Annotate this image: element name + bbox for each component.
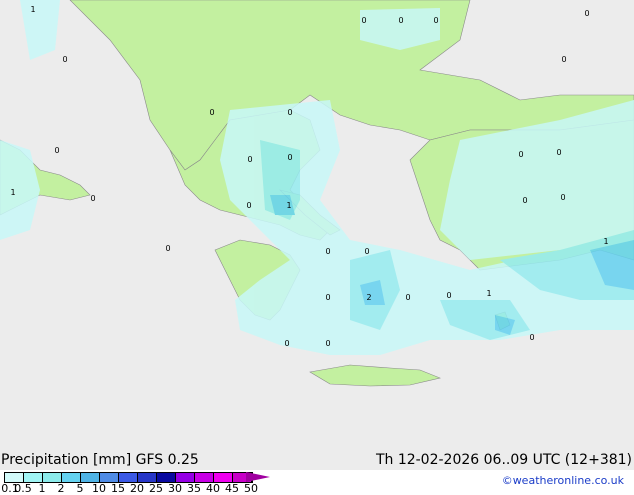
point-label: 0 [287,108,292,117]
scale-tick-label: 2 [57,482,65,495]
scale-tick-label: 40 [206,482,220,495]
scale-swatch [5,473,24,482]
scale-tick-label: 25 [149,482,163,495]
point-label: 0 [522,196,527,205]
scale-tick-label: 0.5 [14,482,32,495]
point-label: 0 [584,9,589,18]
point-label: 0 [325,293,330,302]
scale-swatch [43,473,62,482]
point-label: 1 [10,188,15,197]
point-label: 0 [518,150,523,159]
scale-tick-label: 15 [111,482,125,495]
point-label: 0 [62,55,67,64]
valid-time: Th 12-02-2026 06..09 UTC (12+381) [375,452,632,468]
point-label: 1 [603,237,608,246]
point-label: 1 [286,201,291,210]
point-label: 0 [446,291,451,300]
scale-swatch [24,473,43,482]
precipitation-map: 1 0 0 0 0 0 0 0 1 0 0 0 0 0 1 0 0 0 0 0 … [0,0,634,470]
scale-tick-label: 45 [225,482,239,495]
point-label: 0 [287,153,292,162]
point-label: 0 [165,244,170,253]
point-label: 0 [561,55,566,64]
scale-tick-label: 20 [130,482,144,495]
point-label: 2 [366,293,371,302]
scale-swatch [157,473,176,482]
scale-swatch [81,473,100,482]
point-label: 0 [90,194,95,203]
scale-overflow-arrow [246,472,270,482]
scale-swatch [195,473,214,482]
point-label: 0 [361,16,366,25]
point-label: 0 [209,108,214,117]
point-label: 0 [246,201,251,210]
scale-swatch [100,473,119,482]
point-label: 0 [529,333,534,342]
scale-swatch [176,473,195,482]
legend: Precipitation [mm] GFS 0.25 Th 12-02-202… [0,452,634,495]
point-label: 0 [54,146,59,155]
scale-swatch [138,473,157,482]
point-label: 0 [325,339,330,348]
scale-swatch [62,473,81,482]
scale-swatch [214,473,233,482]
scale-tick-label: 10 [92,482,106,495]
scale-tick-label: 30 [168,482,182,495]
credit-link[interactable]: ©weatheronline.co.uk [502,474,624,487]
point-label: 0 [325,247,330,256]
scale-tick-label: 1 [38,482,46,495]
point-label: 0 [247,155,252,164]
scale-swatch [119,473,138,482]
point-label: 0 [556,148,561,157]
scale-tick-label: 35 [187,482,201,495]
scale-ticks: 0.1 0.5 1 2 5 10 15 20 25 30 35 40 45 50 [0,482,340,495]
scale-tick-label: 50 [244,482,258,495]
point-label: 1 [486,289,491,298]
legend-title: Precipitation [mm] GFS 0.25 [1,452,199,468]
point-label: 0 [560,193,565,202]
scale-tick-label: 5 [76,482,84,495]
point-label: 0 [398,16,403,25]
point-label: 0 [364,247,369,256]
point-label: 1 [30,5,35,14]
point-label: 0 [284,339,289,348]
point-label: 0 [433,16,438,25]
point-label: 0 [405,293,410,302]
